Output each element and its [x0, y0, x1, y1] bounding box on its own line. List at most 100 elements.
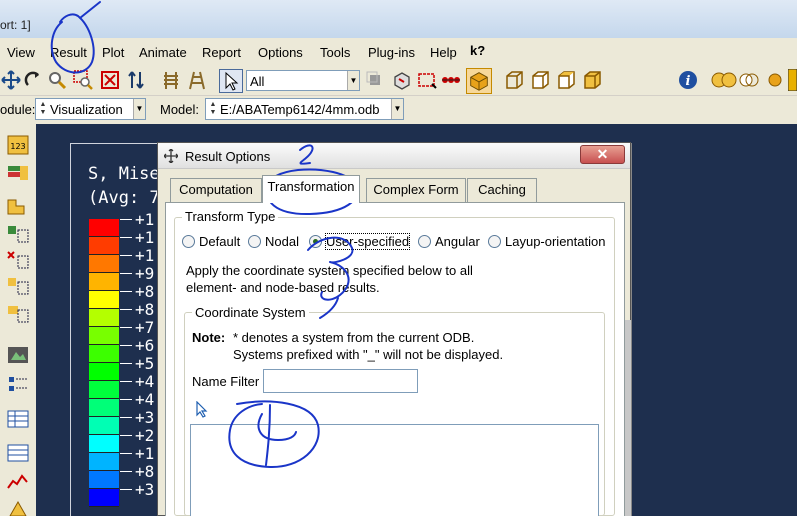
legend-tick [120, 291, 132, 292]
magnify-icon[interactable] [46, 69, 68, 91]
select-arrow-icon[interactable] [219, 69, 243, 93]
radio-circle[interactable] [488, 235, 501, 248]
legend-color-swatch [89, 363, 119, 381]
tab-complex-form[interactable]: Complex Form [366, 178, 466, 202]
drag-box-icon[interactable] [416, 69, 438, 91]
tab-computation[interactable]: Computation [170, 178, 262, 202]
cycle-views-icon[interactable] [125, 69, 147, 91]
tab-transformation[interactable]: Transformation [262, 175, 360, 203]
legend-color-swatch [89, 345, 119, 363]
animate-icon[interactable] [6, 344, 30, 366]
legend-value: +1 [135, 246, 155, 265]
plot-layers-icon[interactable] [6, 162, 30, 184]
legend-color-swatch [89, 255, 119, 273]
radio-user-specified-label: User-specified [324, 233, 411, 250]
context-help-icon[interactable]: k? [470, 43, 485, 58]
name-filter-input[interactable] [263, 369, 418, 393]
view-cut-icon[interactable] [6, 374, 30, 396]
menu-plot[interactable]: Plot [102, 45, 124, 60]
selection-filter-combo[interactable]: All ▼ [246, 70, 360, 91]
radio-circle-selected[interactable] [309, 235, 322, 248]
more-tools-icon[interactable] [788, 69, 797, 91]
render-hidden-icon[interactable] [764, 69, 786, 91]
coordinate-system-list[interactable] [190, 424, 599, 516]
radio-layup-orientation-label: Layup-orientation [505, 234, 606, 249]
legend-value: +9 [135, 264, 155, 283]
render-wireframe-icon[interactable] [738, 69, 760, 91]
box-zoom-icon[interactable] [72, 69, 94, 91]
pan-icon[interactable] [0, 69, 22, 91]
legend-tick [120, 309, 132, 310]
plot-symbol-icon[interactable] [6, 250, 30, 272]
spin-arrows-icon[interactable]: ▲ ▼ [38, 101, 48, 117]
legend-value: +1 [135, 444, 155, 463]
window-title: ort: 1] [0, 18, 31, 32]
model-combo[interactable]: ▲ ▼ E:/ABATemp6142/4mm.odb ▼ [205, 98, 404, 120]
legend-color-swatch [89, 237, 119, 255]
menu-options[interactable]: Options [258, 45, 303, 60]
plot-contour-icon[interactable] [6, 224, 30, 246]
legend-value: +4 [135, 390, 155, 409]
plot-material-orientation-icon[interactable] [6, 276, 30, 298]
spin-arrows-icon[interactable]: ▲ ▼ [208, 101, 218, 117]
xy-data-icon[interactable] [6, 498, 30, 516]
view-top-icon[interactable] [555, 69, 577, 91]
legend-tick [120, 489, 132, 490]
legend-value: +2 [135, 426, 155, 445]
dialog-scrollbar[interactable] [625, 320, 631, 516]
dialog-title-bar[interactable]: Result Options ✕ [158, 143, 630, 169]
legend-color-swatch [89, 489, 119, 507]
module-combo[interactable]: ▲ ▼ Visualization ▼ [35, 98, 146, 120]
legend-tick [120, 435, 132, 436]
transform-type-label: Transform Type [182, 209, 279, 224]
auto-fit-icon[interactable] [99, 69, 121, 91]
tab-caching[interactable]: Caching [467, 178, 537, 202]
left-toolbox: 123 [0, 124, 36, 516]
legend-tick [120, 453, 132, 454]
view-side-icon[interactable] [581, 69, 603, 91]
description-line-2: element- and node-based results. [186, 280, 380, 295]
menu-bar: View Result Plot Animate Report Options … [0, 38, 797, 66]
chevron-down-icon[interactable]: ▼ [391, 99, 403, 119]
probe-values-icon[interactable] [6, 442, 30, 464]
view-iso-icon[interactable] [503, 69, 525, 91]
view-front-icon[interactable] [529, 69, 551, 91]
model-label: Model: [160, 102, 200, 117]
menu-animate[interactable]: Animate [139, 45, 187, 60]
model-value: E:/ABATemp6142/4mm.odb [220, 102, 380, 117]
menu-help[interactable]: Help [430, 45, 457, 60]
radio-circle[interactable] [248, 235, 261, 248]
coordinate-system-label: Coordinate System [192, 305, 309, 320]
radio-circle[interactable] [418, 235, 431, 248]
close-button[interactable]: ✕ [580, 145, 625, 164]
render-shaded-icon[interactable] [709, 69, 739, 91]
legend-color-swatch [89, 417, 119, 435]
select-nodes-icon[interactable] [440, 69, 462, 91]
render-style-icon[interactable] [186, 69, 208, 91]
report-table-icon[interactable] [6, 408, 30, 430]
radio-circle[interactable] [182, 235, 195, 248]
select-box-icon[interactable] [466, 68, 492, 94]
selection-options-icon[interactable] [364, 69, 386, 91]
select-objects-icon[interactable] [391, 69, 413, 91]
main-toolbar: All ▼ i [0, 66, 797, 96]
rotate-icon[interactable] [22, 69, 44, 91]
plot-deformed-icon[interactable] [6, 196, 30, 218]
menu-result[interactable]: Result [50, 45, 87, 60]
chevron-down-icon[interactable]: ▼ [347, 71, 359, 90]
xy-plot-icon[interactable] [6, 470, 30, 492]
plot-numbering-icon[interactable]: 123 [6, 134, 30, 156]
legend-tick [120, 381, 132, 382]
legend-tick [120, 471, 132, 472]
info-icon[interactable]: i [677, 69, 699, 91]
menu-report[interactable]: Report [202, 45, 241, 60]
legend-color-swatch [89, 219, 119, 237]
plot-allowable-icon[interactable] [6, 304, 30, 326]
chevron-down-icon[interactable]: ▼ [133, 99, 145, 119]
description-line-1: Apply the coordinate system specified be… [186, 263, 473, 278]
translucency-icon[interactable] [160, 69, 182, 91]
menu-view[interactable]: View [7, 45, 35, 60]
legend-tick [120, 399, 132, 400]
menu-tools[interactable]: Tools [320, 45, 350, 60]
menu-plugins[interactable]: Plug-ins [368, 45, 415, 60]
